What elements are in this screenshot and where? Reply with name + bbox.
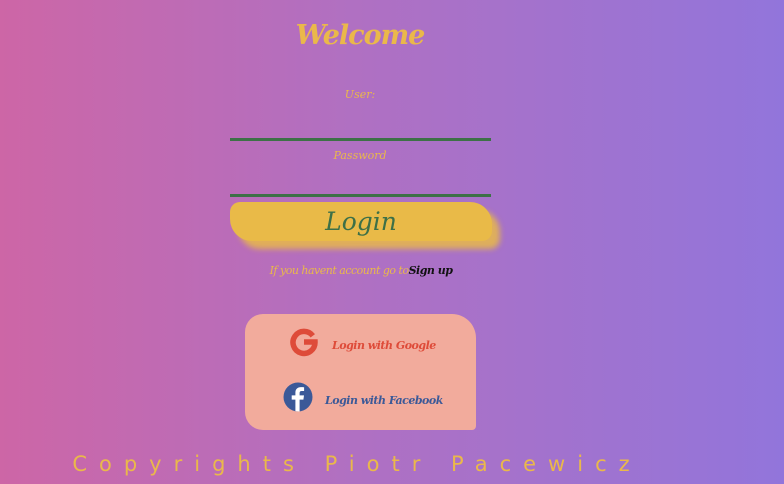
login-with-facebook-label: Login with Facebook bbox=[325, 393, 443, 407]
signup-prompt-line: If you havent account go toSign up bbox=[230, 264, 492, 277]
user-input[interactable] bbox=[230, 119, 491, 141]
google-icon bbox=[289, 327, 319, 357]
login-with-google-label: Login with Google bbox=[332, 338, 436, 352]
login-button[interactable]: Login bbox=[230, 202, 492, 241]
signup-prompt-text: If you havent account go to bbox=[269, 264, 410, 277]
social-login-panel: Login with Google Login with Facebook bbox=[245, 314, 476, 430]
copyright-footer: Copyrights Piotr Pacewicz bbox=[72, 452, 642, 476]
user-label: User: bbox=[344, 88, 376, 101]
page-title: Welcome bbox=[295, 20, 426, 51]
login-with-google-button[interactable]: Login with Google bbox=[289, 327, 436, 357]
password-input[interactable] bbox=[230, 175, 491, 197]
login-with-facebook-button[interactable]: Login with Facebook bbox=[283, 382, 443, 412]
password-label: Password bbox=[333, 149, 387, 162]
signup-link[interactable]: Sign up bbox=[409, 264, 453, 277]
facebook-icon bbox=[283, 382, 313, 412]
